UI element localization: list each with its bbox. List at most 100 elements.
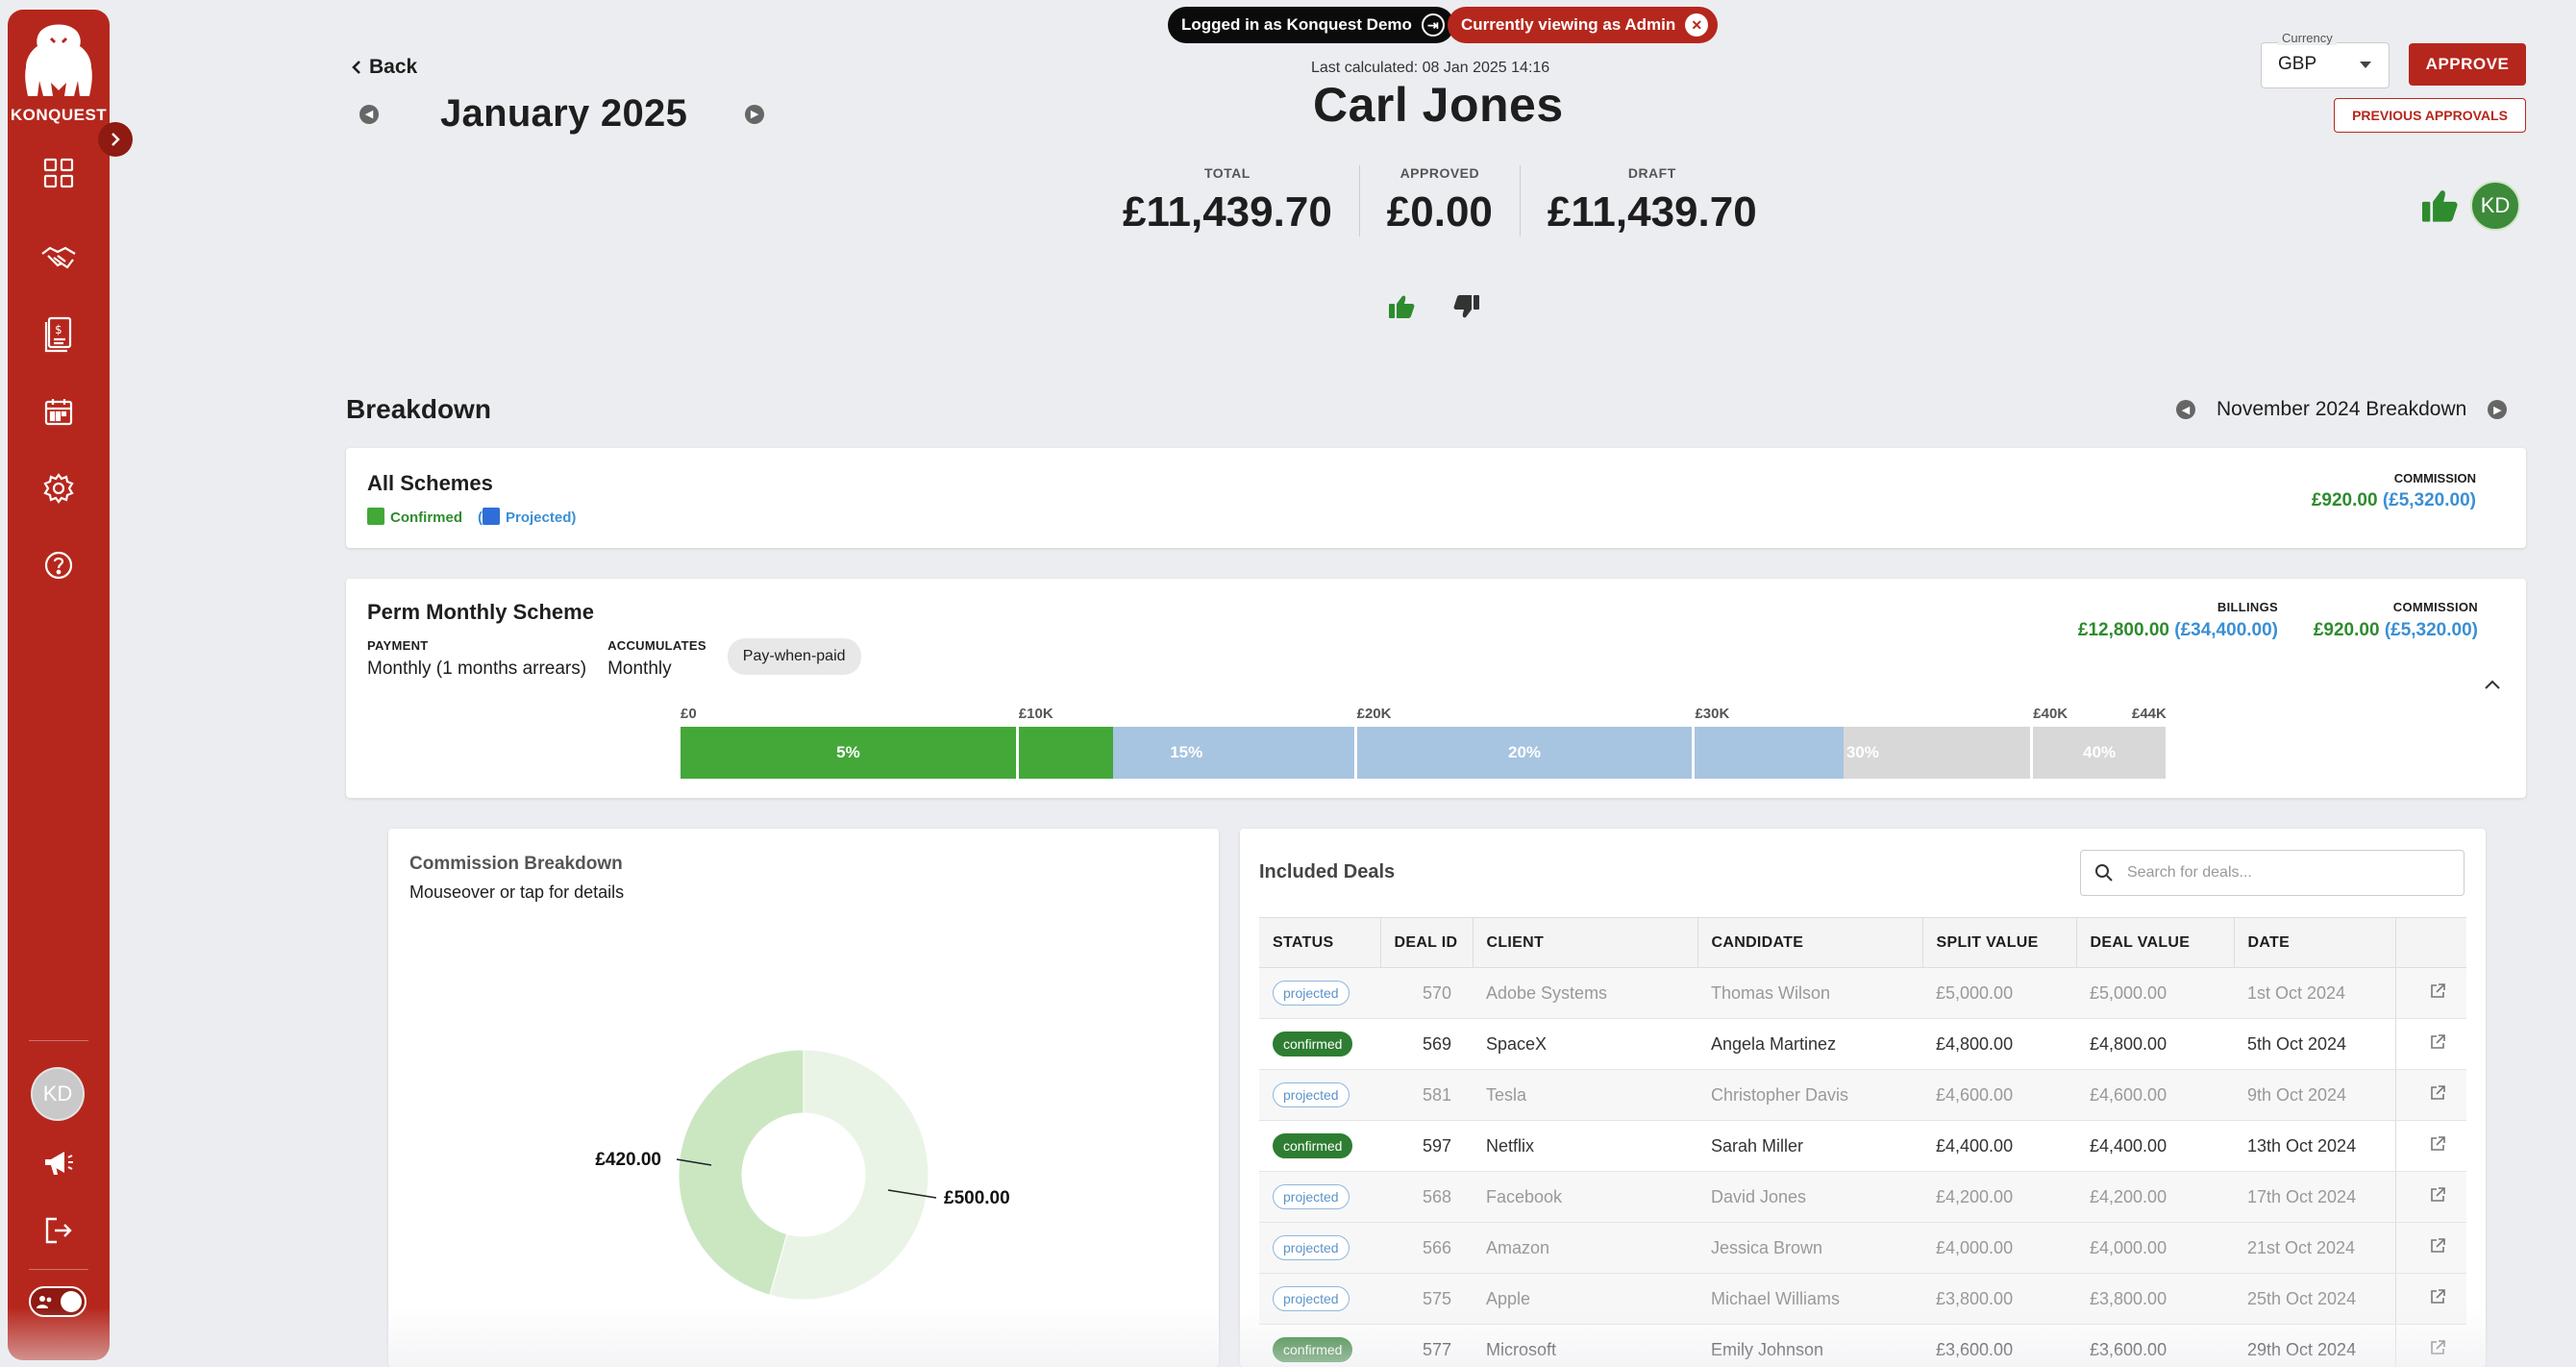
tier-tick-label: £40K	[2033, 706, 2068, 722]
external-link-icon[interactable]	[2429, 1084, 2446, 1102]
external-link-icon[interactable]	[2429, 982, 2446, 1000]
col-deal-value[interactable]: DEAL VALUE	[2075, 917, 2234, 968]
back-button[interactable]: Back	[352, 56, 417, 79]
table-row[interactable]: projected 581 Tesla Christopher Davis £4,600…	[1259, 1069, 2466, 1121]
month-title: January 2025	[440, 92, 688, 135]
table-row[interactable]: projected 566 Amazon Jessica Brown £4,000.00…	[1259, 1222, 2466, 1274]
tier-segment[interactable]: 20%	[1356, 727, 1696, 779]
previous-period-icon[interactable]: ◀	[2176, 400, 2195, 419]
sidebar-item-deals[interactable]	[39, 238, 78, 277]
col-deal-id[interactable]: DEAL ID	[1379, 917, 1473, 968]
month-selector: ◀ January 2025 ▶	[359, 92, 765, 136]
view-mode-toggle[interactable]	[29, 1286, 87, 1317]
thumbs-up-icon	[2422, 190, 2458, 222]
sidebar: KONQUEST $ KD	[8, 10, 133, 1360]
tier-segment[interactable]: 30%	[1695, 727, 2034, 779]
chevron-left-icon	[352, 61, 360, 74]
sidebar-item-statements[interactable]: $	[39, 315, 78, 354]
external-link-icon[interactable]	[2429, 1135, 2446, 1153]
status-badge: projected	[1273, 1286, 1350, 1311]
draft-label: DRAFT	[1627, 165, 1676, 181]
brand-logo[interactable]: KONQUEST	[8, 23, 110, 125]
table-row[interactable]: projected 575 Apple Michael Williams £3,800.…	[1259, 1273, 2466, 1325]
deal-client: Tesla	[1473, 1069, 1697, 1121]
deal-search-box	[2080, 850, 2465, 896]
external-link-icon[interactable]	[2429, 1288, 2446, 1305]
deal-status: projected	[1259, 1171, 1380, 1223]
col-date[interactable]: DATE	[2233, 917, 2395, 968]
external-link-icon[interactable]	[2429, 1237, 2446, 1255]
viewing-as-banner[interactable]: Currently viewing as Admin ✕	[1448, 7, 1719, 43]
commission-donut-chart[interactable]: £500.00 £420.00	[388, 829, 1219, 1367]
tier-rate: 20%	[1508, 743, 1542, 761]
last-calculated: Last calculated: 08 Jan 2025 14:16	[1311, 60, 1550, 76]
approver-avatar[interactable]: KD	[2470, 181, 2520, 231]
logged-in-banner[interactable]: Logged in as Konquest Demo ⇥	[1168, 7, 1454, 43]
sidebar-item-calendar[interactable]	[39, 392, 78, 431]
open-deal-cell[interactable]	[2394, 1069, 2466, 1121]
table-row[interactable]: confirmed 597 Netflix Sarah Miller £4,400.00…	[1259, 1120, 2466, 1172]
open-deal-cell[interactable]	[2394, 967, 2466, 1019]
sidebar-expand-button[interactable]	[98, 122, 133, 157]
billings-label: BILLINGS	[2217, 600, 2278, 614]
col-candidate[interactable]: CANDIDATE	[1697, 917, 1922, 968]
open-deal-cell[interactable]	[2394, 1018, 2466, 1070]
deal-search-input[interactable]	[2127, 864, 2435, 882]
table-row[interactable]: confirmed 577 Microsoft Emily Johnson £3,600…	[1259, 1324, 2466, 1367]
deal-id: 569	[1380, 1018, 1473, 1070]
deal-date: 9th Oct 2024	[2234, 1069, 2395, 1121]
scheme-card: Perm Monthly Scheme PAYMENT Monthly (1 m…	[346, 579, 2526, 798]
sidebar-item-help[interactable]	[39, 546, 78, 584]
table-row[interactable]: projected 570 Adobe Systems Thomas Wilson £5…	[1259, 967, 2466, 1019]
next-period-icon[interactable]: ▶	[2488, 400, 2508, 419]
sidebar-divider	[29, 1040, 88, 1041]
deal-split-value: £3,800.00	[1922, 1273, 2076, 1325]
open-deal-cell[interactable]	[2394, 1171, 2466, 1223]
pay-when-paid-badge: Pay-when-paid	[727, 638, 861, 675]
external-link-icon[interactable]	[2429, 1033, 2446, 1051]
deal-value: £4,600.00	[2076, 1069, 2234, 1121]
external-link-icon[interactable]	[2429, 1186, 2446, 1204]
open-deal-cell[interactable]	[2394, 1324, 2466, 1367]
previous-month-icon[interactable]: ◀	[359, 104, 379, 124]
status-badge: confirmed	[1273, 1337, 1353, 1362]
thumbs-down-icon[interactable]	[1453, 294, 1480, 319]
thumbs-up-icon[interactable]	[1388, 294, 1415, 319]
table-row[interactable]: confirmed 569 SpaceX Angela Martinez £4,800.…	[1259, 1018, 2466, 1070]
draft-column: DRAFT £11,439.70	[1519, 165, 1784, 236]
sidebar-item-settings[interactable]	[39, 469, 78, 508]
deal-client: Netflix	[1473, 1120, 1697, 1172]
switch-account-icon[interactable]: ⇥	[1421, 13, 1445, 37]
tier-segment[interactable]: 40%	[2033, 727, 2168, 779]
deal-id: 568	[1380, 1171, 1473, 1223]
col-split-value[interactable]: SPLIT VALUE	[1921, 917, 2076, 968]
sidebar-user-avatar[interactable]: KD	[31, 1067, 85, 1121]
tier-segment[interactable]: 5%	[681, 727, 1019, 779]
approve-button[interactable]: APPROVE	[2409, 43, 2526, 86]
close-icon[interactable]: ✕	[1685, 13, 1709, 37]
next-month-icon[interactable]: ▶	[745, 104, 765, 124]
sidebar-item-logout[interactable]	[39, 1211, 78, 1250]
open-deal-cell[interactable]	[2394, 1120, 2466, 1172]
feedback-buttons	[1388, 294, 1480, 319]
col-client[interactable]: CLIENT	[1472, 917, 1697, 968]
deal-value: £5,000.00	[2076, 967, 2234, 1019]
open-deal-cell[interactable]	[2394, 1273, 2466, 1325]
deal-split-value: £5,000.00	[1922, 967, 2076, 1019]
previous-approvals-button[interactable]: PREVIOUS APPROVALS	[2334, 98, 2526, 133]
caret-down-icon[interactable]	[2360, 62, 2371, 68]
draft-value: £11,439.70	[1547, 188, 1757, 236]
legend-confirmed-label: Confirmed	[390, 510, 462, 526]
viewing-as-text: Currently viewing as Admin	[1461, 15, 1676, 34]
external-link-icon[interactable]	[2429, 1339, 2446, 1356]
collapse-chevron-up-icon[interactable]	[2484, 679, 2501, 690]
sidebar-item-announcements[interactable]	[39, 1144, 78, 1182]
currency-value[interactable]: GBP	[2278, 54, 2316, 75]
open-deal-cell[interactable]	[2394, 1222, 2466, 1274]
tier-segment[interactable]: 15%	[1018, 727, 1357, 779]
col-actions	[2394, 917, 2466, 968]
col-status[interactable]: STATUS	[1259, 917, 1380, 968]
table-row[interactable]: projected 568 Facebook David Jones £4,200.00…	[1259, 1171, 2466, 1223]
deal-date: 13th Oct 2024	[2234, 1120, 2395, 1172]
sidebar-item-dashboard[interactable]	[39, 154, 78, 192]
